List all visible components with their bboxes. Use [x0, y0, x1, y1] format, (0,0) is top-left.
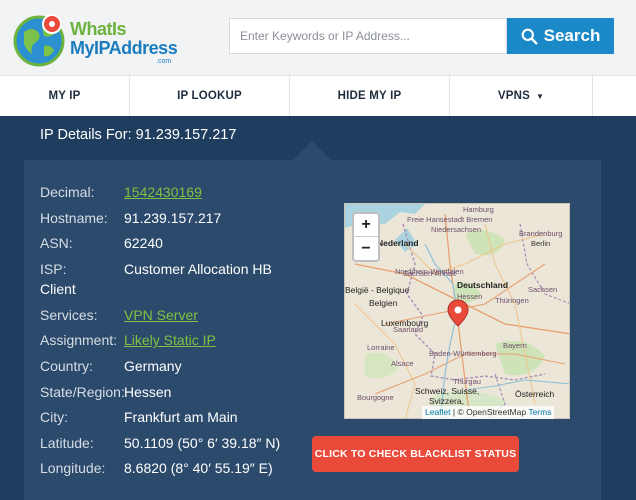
detail-row-country: Country: Germany [40, 358, 310, 384]
zoom-out-button[interactable]: − [354, 237, 378, 260]
detail-value: 1542430169 [124, 184, 202, 200]
detail-label: Assignment: [40, 332, 118, 349]
zoom-in-button[interactable]: + [354, 214, 378, 237]
nav-ip-lookup[interactable]: IP LOOKUP [130, 76, 290, 116]
detail-label: Latitude: [40, 434, 94, 451]
site-logo[interactable]: WhatIs MyIPAddress .com [12, 12, 182, 68]
detail-row-isp: ISP: Customer Allocation HB Client [40, 261, 310, 307]
nav-more[interactable] [593, 76, 636, 116]
detail-value: Frankfurt am Main [124, 409, 238, 426]
detail-value-continuation: Client [40, 280, 76, 297]
map-label: Freie Hansestadt Bremen [407, 215, 492, 224]
detail-label: State/Region: [40, 383, 125, 400]
map-label: Luxembourg [381, 318, 429, 328]
map-label: Niedersachsen [431, 225, 481, 234]
detail-value: Germany [124, 357, 182, 374]
panel-pointer [293, 141, 331, 160]
logo-wordmark: WhatIs MyIPAddress .com [70, 19, 178, 66]
ip-details-list: Decimal: 1542430169 Hostname: 91.239.157… [40, 184, 310, 486]
detail-row-state: State/Region: Hessen [40, 384, 310, 410]
detail-row-services: Services: VPN Server [40, 307, 310, 333]
logo-line-1: WhatIs [70, 19, 127, 39]
detail-row-assignment: Assignment: Likely Static IP [40, 332, 310, 358]
nav-my-ip[interactable]: MY IP [0, 76, 130, 116]
map-label: Bayern [503, 341, 527, 350]
search-button-label: Search [543, 26, 601, 45]
detail-value: Hessen [124, 383, 172, 400]
map-label: Belgien [369, 298, 398, 308]
main-nav: MY IP IP LOOKUP HIDE MY IP VPNS ▼ [0, 75, 636, 116]
detail-row-hostname: Hostname: 91.239.157.217 [40, 210, 310, 236]
detail-row-decimal: Decimal: 1542430169 [40, 184, 310, 210]
check-blacklist-button[interactable]: CLICK TO CHECK BLACKLIST STATUS [312, 436, 519, 472]
map-label: Nederland [377, 238, 419, 248]
services-link[interactable]: VPN Server [124, 307, 198, 323]
detail-row-longitude: Longitude: 8.6820 (8° 40′ 55.19″ E) [40, 460, 310, 486]
map-label: Berlin [531, 239, 550, 248]
detail-row-city: City: Frankfurt am Main [40, 409, 310, 435]
logo-line-2: MyIPAddress [70, 38, 178, 58]
detail-label: City: [40, 409, 68, 426]
nav-hide-my-ip[interactable]: HIDE MY IP [290, 76, 450, 116]
detail-value: Customer Allocation HB [124, 260, 272, 277]
chevron-down-icon: ▼ [536, 91, 545, 101]
nav-label: IP LOOKUP [177, 90, 242, 102]
map-label: Sachsen [528, 285, 557, 294]
detail-value: 91.239.157.217 [124, 209, 222, 226]
map-label: Nordrhein-Westfalen [395, 267, 464, 276]
nav-label: HIDE MY IP [337, 90, 402, 102]
nav-label: VPNS [497, 90, 530, 102]
map-label: Österreich [515, 389, 554, 399]
map-label: Baden-Württemberg [429, 349, 497, 358]
logo-line-3: .com [156, 58, 172, 65]
map-label: Deutschland [457, 280, 508, 290]
nav-label: MY IP [48, 90, 81, 102]
assignment-link[interactable]: Likely Static IP [124, 332, 216, 348]
map-label: Brandenburg [519, 229, 562, 238]
map-label: Alsace [391, 359, 414, 368]
terms-link[interactable]: Terms [528, 407, 551, 417]
detail-label: Services: [40, 306, 98, 323]
map-label: Thurgau [453, 377, 481, 386]
detail-value: 8.6820 (8° 40′ 55.19″ E) [124, 460, 273, 477]
detail-label: ASN: [40, 235, 73, 252]
decimal-link[interactable]: 1542430169 [124, 184, 202, 200]
detail-label: Hostname: [40, 209, 108, 226]
ip-details-heading: IP Details For: 91.239.157.217 [40, 127, 237, 143]
attribution-text: | © OpenStreetMap [450, 407, 529, 417]
detail-row-asn: ASN: 62240 [40, 235, 310, 261]
globe-icon [13, 14, 65, 67]
detail-row-latitude: Latitude: 50.1109 (50° 6′ 39.18″ N) [40, 435, 310, 461]
leaflet-link[interactable]: Leaflet [425, 407, 451, 417]
detail-label: Longitude: [40, 460, 106, 477]
map-label: Hamburg [463, 205, 494, 214]
detail-value: 62240 [124, 235, 163, 252]
nav-vpns[interactable]: VPNS ▼ [450, 76, 593, 116]
map-label: Bourgogne [357, 393, 394, 402]
detail-value: VPN Server [124, 307, 198, 323]
map-label: Thüringen [495, 296, 529, 305]
detail-label: Country: [40, 357, 93, 374]
map-label: Svizzera, [429, 396, 464, 406]
map-attribution: Leaflet | © OpenStreetMap Terms [422, 406, 555, 419]
map-label: Lorraine [367, 343, 395, 352]
search-input[interactable] [229, 18, 507, 54]
map-label: Schweiz, Suisse, [415, 386, 479, 396]
search-icon [521, 28, 538, 44]
detail-label: ISP: [40, 260, 67, 277]
detail-label: Decimal: [40, 184, 95, 200]
search-button[interactable]: Search [507, 18, 614, 54]
map-label: Hessen [457, 292, 482, 301]
map-label: België - Belgique [345, 285, 410, 295]
site-header: WhatIs MyIPAddress .com Search [0, 0, 636, 75]
detail-value: 50.1109 (50° 6′ 39.18″ N) [124, 434, 281, 451]
detail-value: Likely Static IP [124, 332, 216, 348]
map-zoom-control: + − [352, 212, 380, 262]
